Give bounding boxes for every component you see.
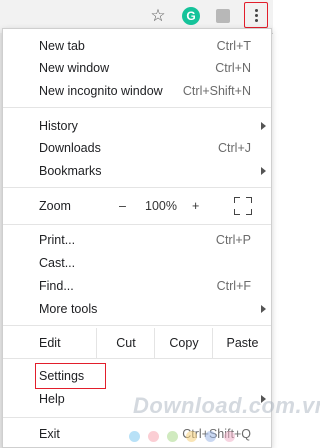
menu-item-shortcut: Ctrl+J (218, 141, 251, 155)
watermark-dot (167, 431, 178, 442)
copy-label: Copy (169, 336, 199, 350)
cut-label: Cut (116, 336, 136, 350)
extension-icon[interactable] (213, 6, 233, 26)
menu-item-shortcut: Ctrl+F (216, 279, 251, 293)
menu-item-shortcut: Ctrl+P (215, 233, 251, 247)
menu-item-label: Downloads (39, 141, 101, 155)
paste-button[interactable]: Paste (212, 328, 272, 358)
watermark-logo: Download.com.vn (133, 393, 320, 418)
grammarly-logo: G (182, 7, 200, 25)
chrome-main-menu: New tab Ctrl+T New window Ctrl+N New inc… (2, 28, 320, 448)
menu-item-shortcut: Ctrl+N (215, 61, 251, 75)
menu-item-new-incognito-window[interactable]: New incognito window Ctrl+Shift+N (3, 80, 271, 102)
menu-separator (3, 325, 271, 326)
fullscreen-icon[interactable] (234, 197, 252, 215)
watermark-dot (224, 431, 235, 442)
watermark-dot (148, 431, 159, 442)
menu-item-new-window[interactable]: New window Ctrl+N (3, 57, 271, 79)
menu-item-label: More tools (39, 302, 98, 316)
watermark-dot (205, 431, 216, 442)
menu-item-label: Bookmarks (39, 164, 102, 178)
menu-item-find[interactable]: Find... Ctrl+F (3, 275, 271, 297)
zoom-level: 100% (145, 199, 177, 213)
menu-item-label: New window (39, 61, 110, 75)
menu-separator (3, 358, 271, 359)
kebab-dots (254, 8, 258, 22)
menu-separator (3, 107, 271, 108)
menu-item-label: New incognito window (39, 84, 163, 98)
paste-label: Paste (226, 336, 259, 350)
submenu-arrow-icon (261, 122, 266, 130)
watermark-dots (129, 431, 235, 442)
zoom-out-button[interactable]: – (119, 199, 126, 213)
menu-item-label: New tab (39, 39, 85, 53)
grammarly-extension-icon[interactable]: G (181, 6, 201, 26)
watermark-dot (186, 431, 197, 442)
edit-label-cell: Edit (3, 328, 96, 358)
watermark-dot (129, 431, 140, 442)
menu-item-print[interactable]: Print... Ctrl+P (3, 229, 271, 251)
menu-item-shortcut: Ctrl+Shift+N (182, 84, 251, 98)
menu-item-cast[interactable]: Cast... (3, 252, 271, 274)
zoom-label: Zoom (39, 199, 71, 213)
menu-item-bookmarks[interactable]: Bookmarks (3, 160, 271, 182)
copy-button[interactable]: Copy (154, 328, 213, 358)
submenu-arrow-icon (261, 305, 266, 313)
menu-separator (3, 224, 271, 225)
submenu-arrow-icon (261, 167, 266, 175)
menu-item-label: Exit (39, 427, 60, 441)
settings-highlight (35, 363, 106, 389)
menu-item-label: Find... (39, 279, 74, 293)
extension-glyph (216, 9, 230, 23)
zoom-in-button[interactable]: + (192, 199, 199, 213)
menu-item-label: History (39, 119, 78, 133)
more-vertical-icon[interactable] (244, 2, 268, 28)
menu-item-more-tools[interactable]: More tools (3, 298, 271, 320)
cut-button[interactable]: Cut (96, 328, 155, 358)
edit-row: Edit Cut Copy Paste (3, 328, 271, 358)
edit-label: Edit (39, 336, 61, 350)
menu-item-label: Print... (39, 233, 76, 247)
menu-separator (3, 187, 271, 188)
menu-item-history[interactable]: History (3, 115, 271, 137)
bookmark-star-icon[interactable]: ☆ (148, 6, 168, 26)
menu-item-label: Cast... (39, 256, 76, 270)
menu-item-shortcut: Ctrl+T (216, 39, 251, 53)
zoom-row: Zoom – 100% + (3, 195, 271, 217)
menu-item-downloads[interactable]: Downloads Ctrl+J (3, 137, 271, 159)
menu-item-new-tab[interactable]: New tab Ctrl+T (3, 35, 271, 57)
menu-item-label: Help (39, 392, 65, 406)
